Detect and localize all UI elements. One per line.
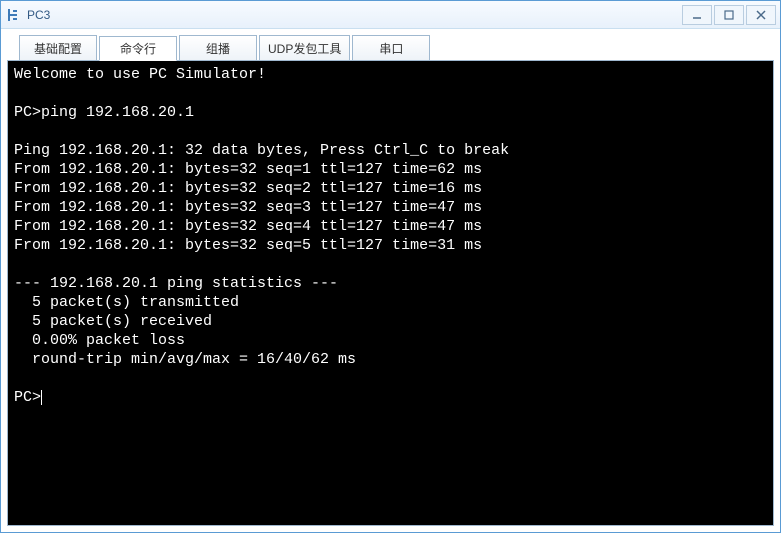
tab-serial[interactable]: 串口	[352, 35, 430, 60]
tab-multicast[interactable]: 组播	[179, 35, 257, 60]
terminal[interactable]: Welcome to use PC Simulator! PC>ping 192…	[8, 61, 773, 525]
window-title: PC3	[27, 8, 680, 22]
content-area: 基础配置 命令行 组播 UDP发包工具 串口 Welcome to use PC…	[1, 29, 780, 532]
app-icon	[5, 7, 21, 23]
tab-bar: 基础配置 命令行 组播 UDP发包工具 串口	[19, 35, 774, 60]
minimize-button[interactable]	[682, 5, 712, 25]
tab-command-line[interactable]: 命令行	[99, 36, 177, 61]
close-button[interactable]	[746, 5, 776, 25]
terminal-panel: Welcome to use PC Simulator! PC>ping 192…	[7, 60, 774, 526]
terminal-output: Welcome to use PC Simulator! PC>ping 192…	[14, 66, 509, 368]
tab-basic-config[interactable]: 基础配置	[19, 35, 97, 60]
terminal-prompt[interactable]: PC>	[14, 389, 41, 406]
app-window: PC3 基础配置 命令行 组播 UDP发包工具 串口 Welcome to us…	[0, 0, 781, 533]
terminal-cursor	[41, 390, 42, 405]
window-controls	[680, 5, 776, 25]
maximize-button[interactable]	[714, 5, 744, 25]
tab-udp-tool[interactable]: UDP发包工具	[259, 35, 350, 60]
titlebar[interactable]: PC3	[1, 1, 780, 29]
